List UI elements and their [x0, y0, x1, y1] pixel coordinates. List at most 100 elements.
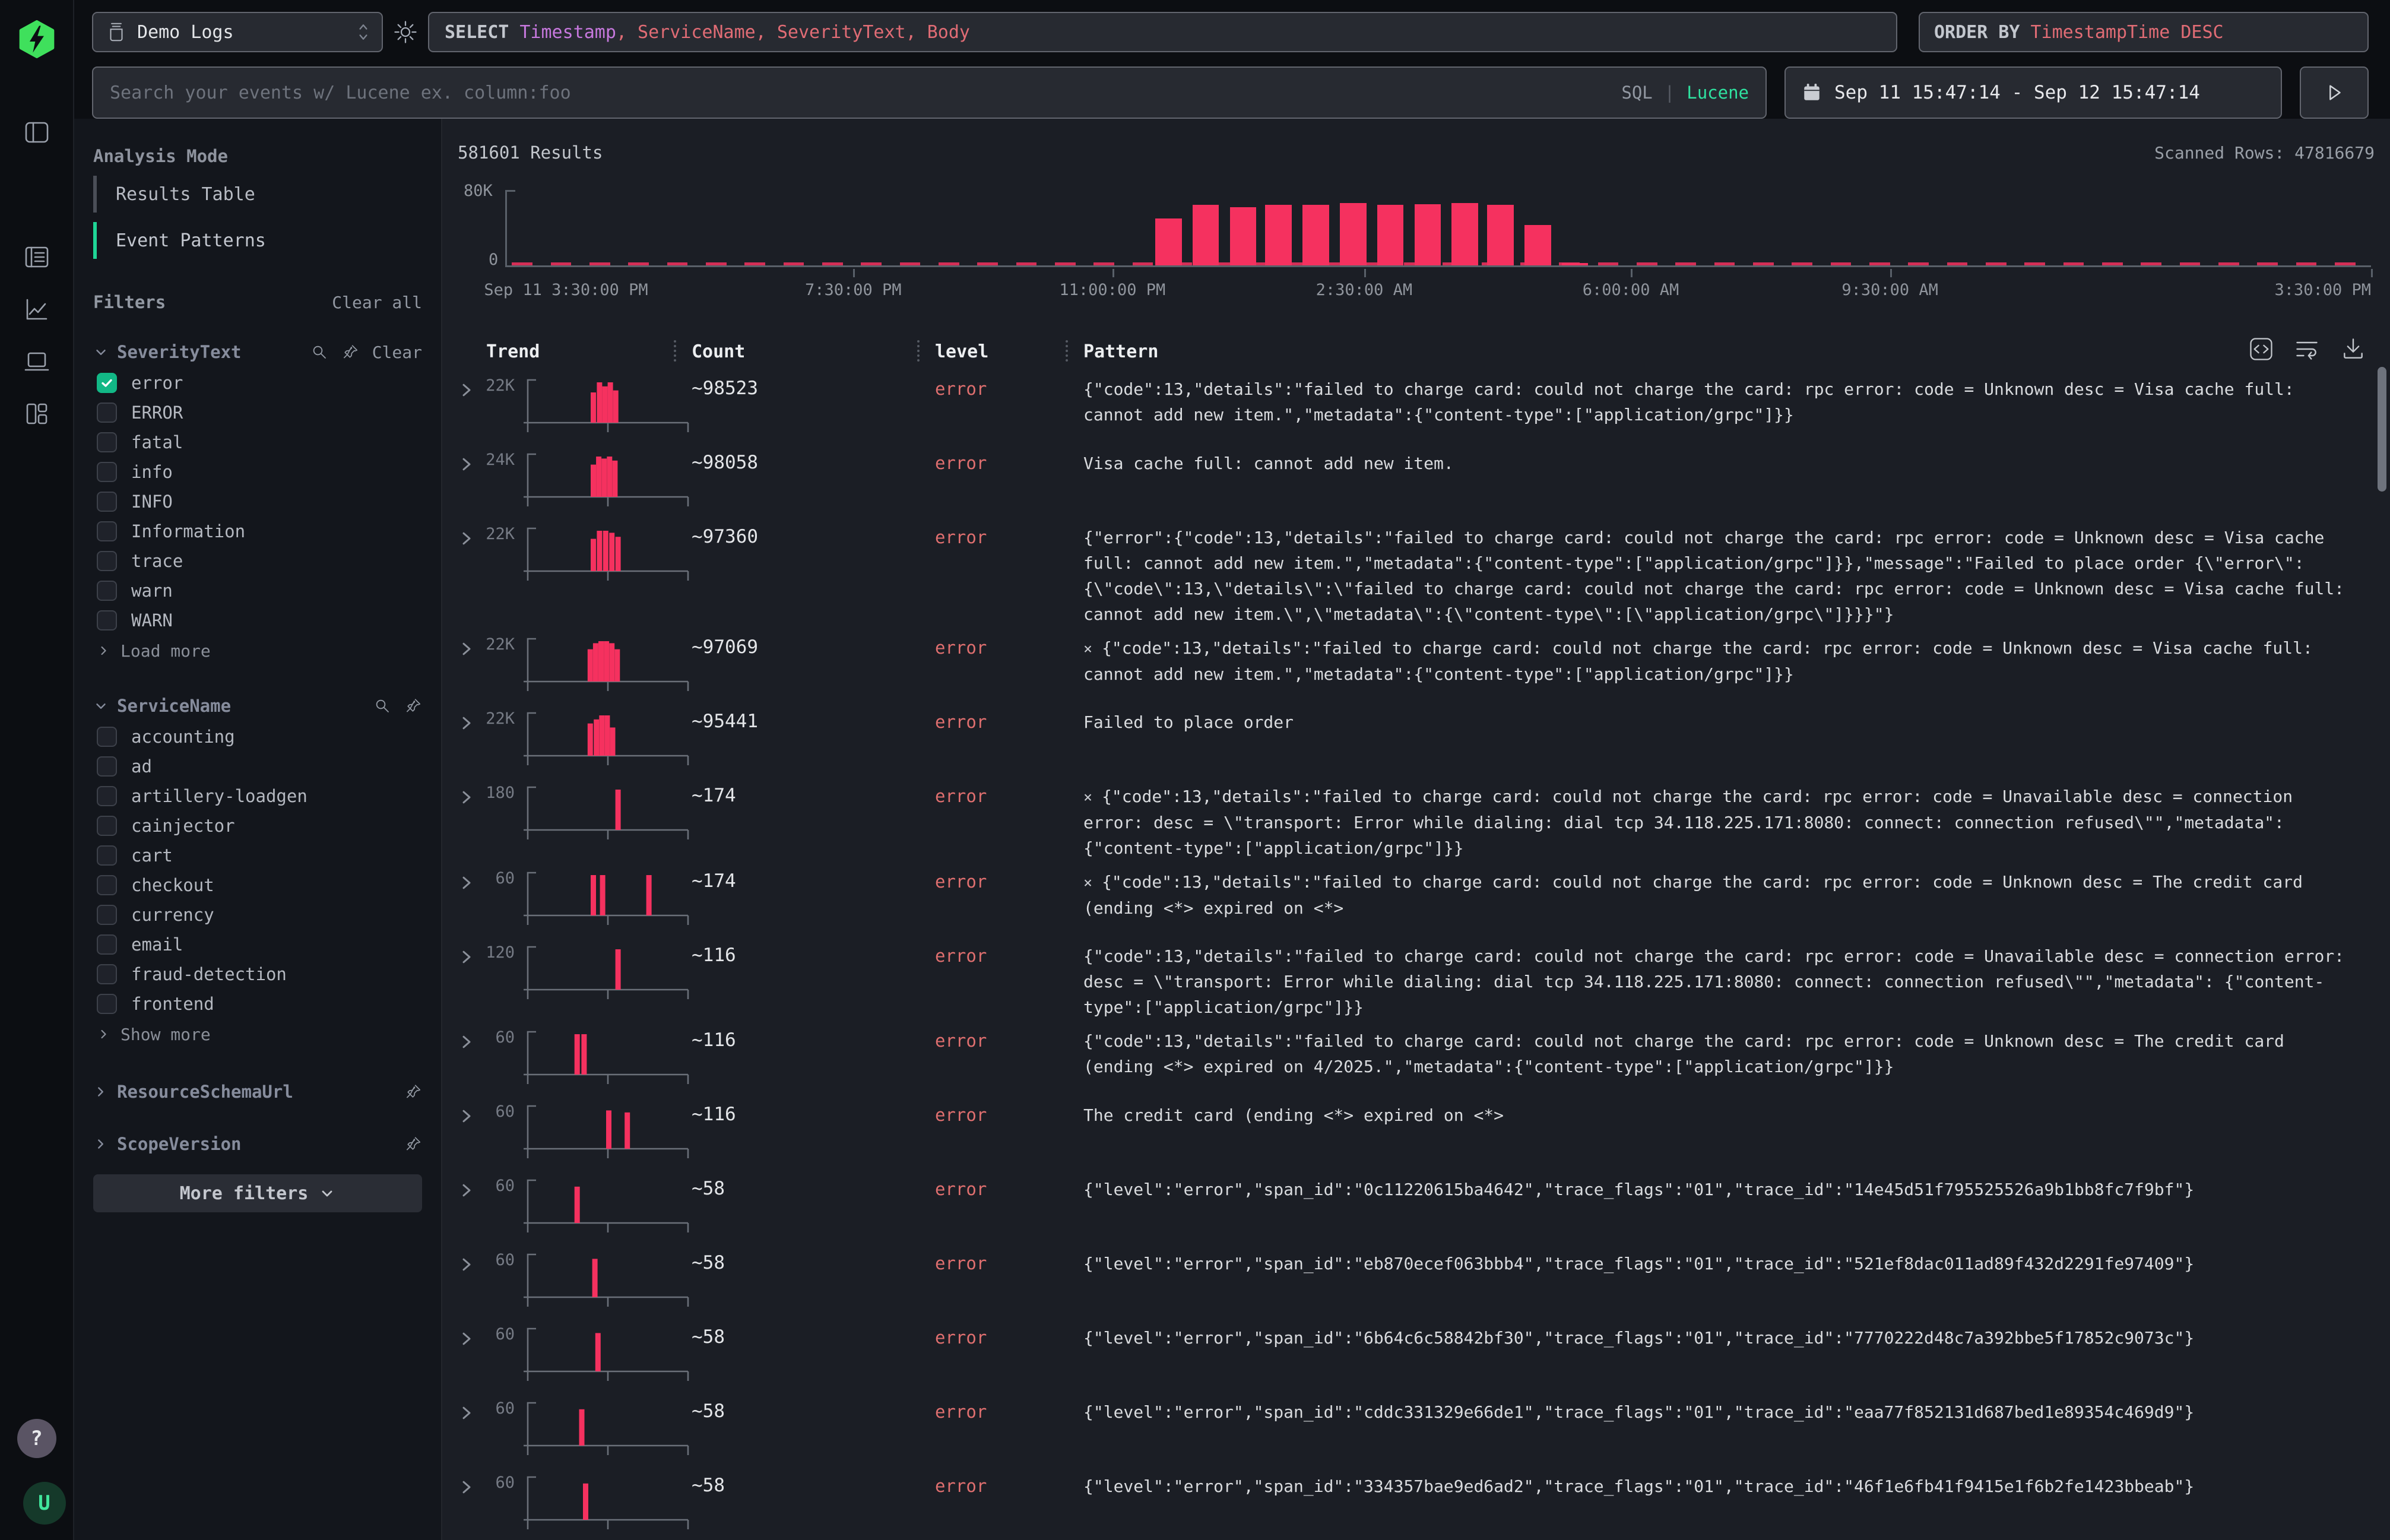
sidebar-toggle-icon[interactable] — [22, 118, 52, 147]
pattern-text[interactable]: {"code":13,"details":"failed to charge c… — [1083, 942, 2375, 1020]
filter-option-email[interactable]: email — [93, 930, 422, 959]
checkbox[interactable] — [97, 551, 117, 571]
pattern-text[interactable]: {"code":13,"details":"failed to charge c… — [1083, 375, 2375, 427]
pin-icon[interactable] — [341, 343, 359, 361]
row-expand-chevron-icon[interactable] — [458, 1175, 484, 1202]
row-expand-chevron-icon[interactable] — [458, 524, 484, 550]
histogram-bar[interactable] — [1415, 204, 1441, 265]
histogram-bar[interactable] — [1487, 205, 1514, 265]
search-logs-icon[interactable] — [22, 242, 52, 272]
dismiss-pattern-icon[interactable]: × — [1083, 788, 1092, 806]
filter-option-cainjector[interactable]: cainjector — [93, 811, 422, 841]
histogram-bar[interactable] — [1562, 263, 1589, 265]
checkbox[interactable] — [97, 462, 117, 482]
pattern-text[interactable]: {"level":"error","span_id":"6b64c6c58842… — [1083, 1324, 2375, 1351]
checkbox[interactable] — [97, 816, 117, 836]
filter-option-currency[interactable]: currency — [93, 900, 422, 930]
pattern-row[interactable]: 60~58error{"level":"error","span_id":"0c… — [458, 1168, 2375, 1243]
histogram-bar[interactable] — [1451, 203, 1478, 265]
filter-option-artillery-loadgen[interactable]: artillery-loadgen — [93, 781, 422, 811]
severity-section-header[interactable]: SeverityText Clear — [93, 342, 422, 362]
sessions-icon[interactable] — [22, 347, 52, 376]
filter-option-Information[interactable]: Information — [93, 516, 422, 546]
severity-load-more[interactable]: Load more — [93, 635, 422, 666]
pattern-row[interactable]: 60~58error{"level":"error","span_id":"33… — [458, 1465, 2375, 1539]
help-button[interactable]: ? — [17, 1419, 56, 1458]
checkbox[interactable] — [97, 875, 117, 895]
pin-icon[interactable] — [404, 1083, 422, 1101]
checkbox[interactable] — [97, 610, 117, 630]
checkbox[interactable] — [97, 756, 117, 777]
filter-option-checkout[interactable]: checkout — [93, 870, 422, 900]
run-query-button[interactable] — [2300, 66, 2369, 119]
checkbox[interactable] — [97, 964, 117, 984]
checkbox[interactable] — [97, 845, 117, 866]
row-expand-chevron-icon[interactable] — [458, 634, 484, 660]
resourceschemaurl-section[interactable]: ResourceSchemaUrl — [93, 1082, 422, 1102]
service-show-more[interactable]: Show more — [93, 1019, 422, 1050]
order-by-input[interactable]: ORDER BYTimestampTime DESC — [1919, 12, 2369, 52]
text-wrap-icon[interactable] — [2294, 336, 2320, 362]
row-expand-chevron-icon[interactable] — [458, 1472, 484, 1498]
filter-option-info[interactable]: info — [93, 457, 422, 487]
scopeversion-section[interactable]: ScopeVersion — [93, 1134, 422, 1154]
filter-option-fraud-detection[interactable]: fraud-detection — [93, 959, 422, 989]
pattern-text[interactable]: Failed to place order — [1083, 708, 2375, 735]
pattern-text[interactable]: {"error":{"code":13,"details":"failed to… — [1083, 524, 2375, 627]
lucene-mode-toggle[interactable]: Lucene — [1687, 83, 1749, 103]
pattern-text[interactable]: {"level":"error","span_id":"cddc331329e6… — [1083, 1398, 2375, 1425]
pattern-row[interactable]: 22K~97069error×{"code":13,"details":"fai… — [458, 627, 2375, 701]
source-settings-button[interactable] — [383, 12, 428, 52]
checkbox[interactable] — [97, 521, 117, 541]
pattern-row[interactable]: 180~174error×{"code":13,"details":"faile… — [458, 775, 2375, 861]
dashboards-icon[interactable] — [22, 399, 52, 429]
pattern-row[interactable]: 24K~98058errorVisa cache full: cannot ad… — [458, 442, 2375, 516]
checkbox[interactable] — [97, 581, 117, 601]
column-header-count[interactable]: Count — [692, 341, 935, 362]
filter-option-WARN[interactable]: WARN — [93, 606, 422, 635]
pattern-text[interactable]: {"code":13,"details":"failed to charge c… — [1083, 1027, 2375, 1079]
row-expand-chevron-icon[interactable] — [458, 942, 484, 968]
dismiss-pattern-icon[interactable]: × — [1083, 640, 1092, 657]
pattern-text[interactable]: ×{"code":13,"details":"failed to charge … — [1083, 868, 2375, 921]
results-histogram[interactable]: 80K 0 Sep 11 3:30:00 PM7:30:00 PM11:00:0… — [458, 167, 2375, 317]
row-expand-chevron-icon[interactable] — [458, 449, 484, 476]
row-expand-chevron-icon[interactable] — [458, 1398, 484, 1424]
row-expand-chevron-icon[interactable] — [458, 375, 484, 401]
sql-mode-toggle[interactable]: SQL — [1621, 83, 1652, 103]
histogram-bar[interactable] — [1193, 205, 1219, 265]
checkbox[interactable] — [97, 994, 117, 1014]
view-source-code-icon[interactable] — [2249, 337, 2274, 362]
checkbox[interactable] — [97, 432, 117, 452]
pattern-row[interactable]: 22K~98523error{"code":13,"details":"fail… — [458, 368, 2375, 442]
pattern-text[interactable]: The credit card (ending <*> expired on <… — [1083, 1101, 2375, 1128]
checkbox[interactable] — [97, 403, 117, 423]
pattern-text[interactable]: {"level":"error","span_id":"eb870ecef063… — [1083, 1250, 2375, 1276]
histogram-bar[interactable] — [1265, 205, 1292, 265]
pattern-text[interactable]: Visa cache full: cannot add new item. — [1083, 449, 2375, 476]
column-header-trend[interactable]: Trend — [484, 341, 692, 362]
histogram-bar[interactable] — [1302, 205, 1329, 265]
pattern-row[interactable]: 60~58error{"level":"error","span_id":"eb… — [458, 1243, 2375, 1317]
filter-option-fatal[interactable]: fatal — [93, 427, 422, 457]
pattern-text[interactable]: ×{"code":13,"details":"failed to charge … — [1083, 782, 2375, 861]
dismiss-pattern-icon[interactable]: × — [1083, 874, 1092, 891]
clear-all-filters-button[interactable]: Clear all — [332, 293, 422, 312]
column-header-pattern[interactable]: Pattern — [1083, 341, 2375, 362]
histogram-bar[interactable] — [1524, 225, 1551, 265]
row-expand-chevron-icon[interactable] — [458, 1027, 484, 1053]
service-section-header[interactable]: ServiceName — [93, 696, 422, 716]
pattern-row[interactable]: 60~174error×{"code":13,"details":"failed… — [458, 861, 2375, 935]
pattern-row[interactable]: 22K~97360error{"error":{"code":13,"detai… — [458, 516, 2375, 627]
checkbox[interactable] — [97, 786, 117, 806]
pattern-row[interactable]: 60~116error{"code":13,"details":"failed … — [458, 1020, 2375, 1094]
more-filters-button[interactable]: More filters — [93, 1174, 422, 1212]
pattern-row[interactable]: 22K~95441errorFailed to place order — [458, 701, 2375, 775]
filter-option-trace[interactable]: trace — [93, 546, 422, 576]
select-clause-input[interactable]: SELECTTimestamp, ServiceName, SeverityTe… — [428, 12, 1897, 52]
checkbox-checked[interactable] — [97, 373, 117, 393]
app-logo-icon[interactable] — [18, 20, 56, 58]
filter-option-frontend[interactable]: frontend — [93, 989, 422, 1019]
row-expand-chevron-icon[interactable] — [458, 782, 484, 809]
severity-clear-button[interactable]: Clear — [372, 343, 422, 362]
